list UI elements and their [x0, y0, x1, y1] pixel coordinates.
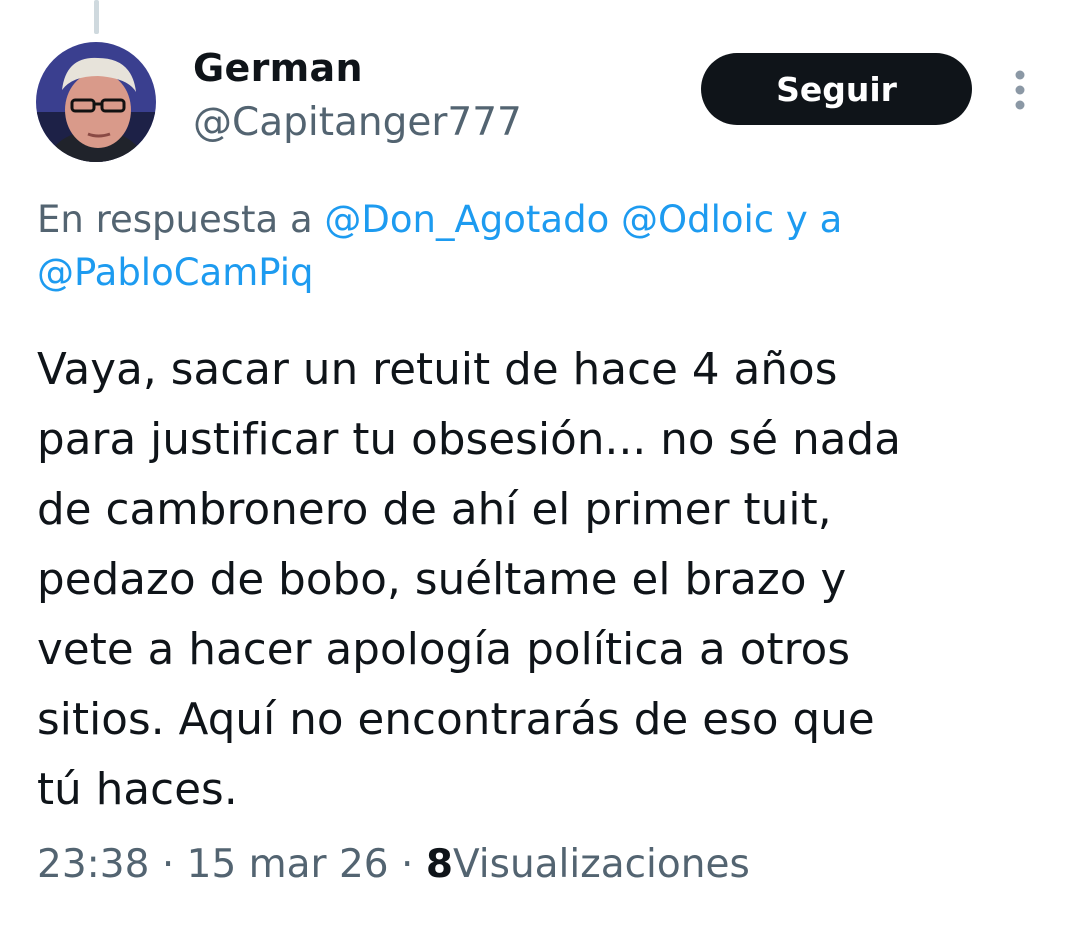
reply-context-conjunction[interactable]: y a	[774, 198, 842, 241]
mention-link[interactable]: @Odloic	[621, 198, 774, 241]
more-vertical-icon	[1015, 70, 1025, 110]
tweet-time[interactable]: 23:38	[37, 842, 149, 887]
tweet-date[interactable]: 15 mar 26	[187, 842, 389, 887]
reply-context-prefix: En respuesta a	[37, 198, 313, 241]
tweet-metadata: 23:38 · 15 mar 26 · 8Visualizaciones	[37, 842, 750, 887]
author-handle[interactable]: @Capitanger777	[193, 100, 522, 145]
meta-separator: ·	[161, 842, 175, 887]
reply-context: En respuesta a @Don_Agotado @Odloic y a …	[37, 193, 1037, 299]
tweet-text: Vaya, sacar un retuit de hace 4 años par…	[37, 335, 1047, 825]
tweet-text-line: pedazo de bobo, suéltame el brazo y	[37, 555, 847, 605]
avatar[interactable]	[36, 42, 156, 162]
tweet-text-line: para justificar tu obsesión... no sé nad…	[37, 415, 901, 465]
author-display-name[interactable]: German	[193, 46, 363, 90]
more-options-button[interactable]	[1006, 68, 1034, 112]
mention-link[interactable]: @PabloCamPiq	[37, 251, 314, 294]
views-count[interactable]: 8	[426, 842, 453, 887]
thread-connector-line	[94, 0, 99, 34]
avatar-image	[36, 42, 156, 162]
tweet-text-line: tú haces.	[37, 765, 238, 815]
tweet-text-line: vete a hacer apología política a otros	[37, 625, 851, 675]
tweet-text-line: de cambronero de ahí el primer tuit,	[37, 485, 832, 535]
tweet-text-line: Vaya, sacar un retuit de hace 4 años	[37, 345, 838, 395]
follow-button[interactable]: Seguir	[701, 53, 972, 125]
mention-link[interactable]: @Don_Agotado	[324, 198, 609, 241]
tweet-text-line: sitios. Aquí no encontrarás de eso que	[37, 695, 875, 745]
meta-separator: ·	[401, 842, 414, 887]
views-label[interactable]: Visualizaciones	[453, 842, 750, 887]
